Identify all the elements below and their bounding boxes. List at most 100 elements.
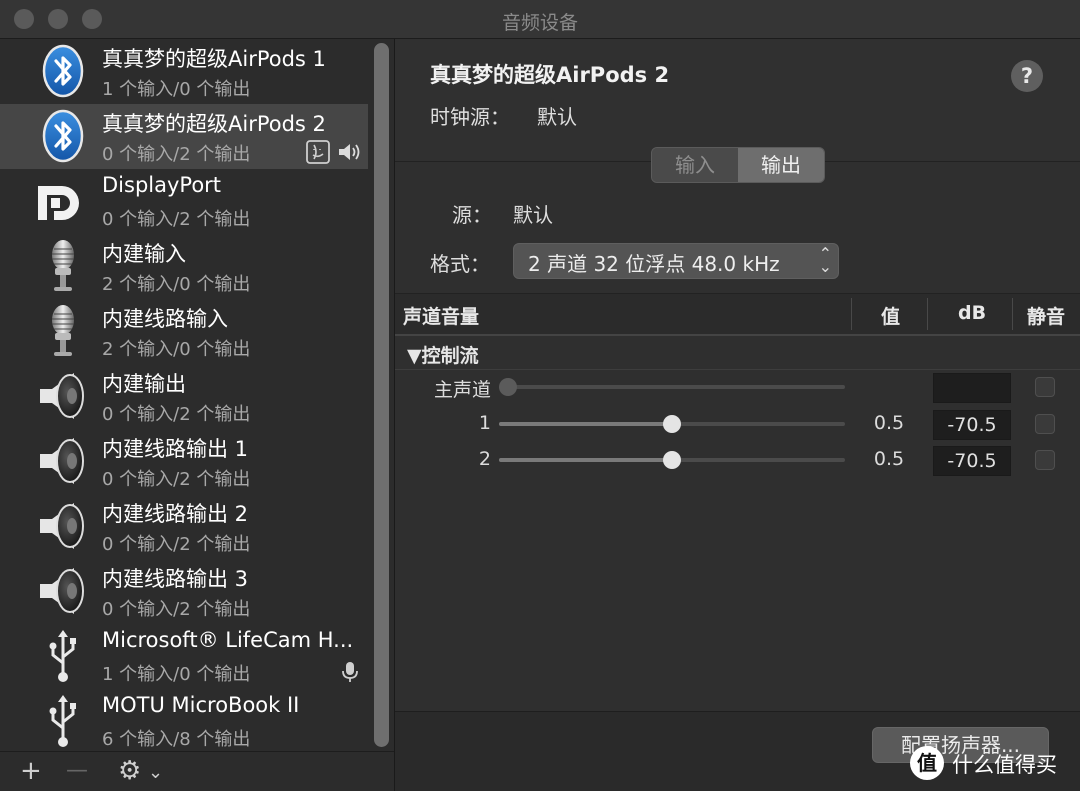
device-name: 内建输入 — [102, 242, 186, 266]
device-io-count: 0 个输入/2 个输出 — [102, 404, 251, 425]
device-io-count: 0 个输入/2 个输出 — [102, 209, 251, 230]
device-list-toolbar: + — ⚙ ⌄ — [0, 751, 394, 791]
watermark-text: 什么值得买 — [952, 753, 1057, 777]
channel-label: 1 — [478, 412, 491, 434]
device-row[interactable]: 内建输出 0 个输入/2 个输出 — [0, 364, 368, 429]
slider-fill — [499, 458, 672, 462]
source-label: 源： — [452, 203, 492, 227]
channel-label: 2 — [478, 448, 491, 470]
device-row[interactable]: 内建线路输出 2 0 个输入/2 个输出 — [0, 494, 368, 559]
mute-checkbox[interactable] — [1035, 414, 1055, 434]
device-row[interactable]: DisplayPort 0 个输入/2 个输出 — [0, 169, 368, 234]
device-list: 真真梦的超级AirPods 11 个输入/0 个输出 真真梦的超级AirPods … — [0, 39, 395, 791]
system-output-finder-icon — [306, 140, 330, 164]
title-bar: 音频设备 — [0, 0, 1080, 39]
channel-label: 主声道 — [433, 379, 491, 401]
device-io-count: 0 个输入/2 个输出 — [102, 599, 251, 620]
bluetooth-icon — [36, 44, 90, 98]
device-row[interactable]: 真真梦的超级AirPods 2 0 个输入/2 个输出 — [0, 104, 368, 169]
device-io-count: 1 个输入/0 个输出 — [102, 664, 251, 685]
gear-menu-chevron-icon[interactable]: ⌄ — [148, 760, 163, 786]
device-title: 真真梦的超级AirPods 2 — [430, 63, 670, 87]
col-mute[interactable]: 静音 — [1027, 302, 1065, 329]
microphone-icon — [36, 304, 90, 358]
speaker-icon — [36, 564, 90, 618]
device-io-count: 2 个输入/0 个输出 — [102, 339, 251, 360]
channel-value: 0.5 — [873, 448, 905, 470]
mute-checkbox[interactable] — [1035, 450, 1055, 470]
speaker-icon — [36, 369, 90, 423]
tab-input[interactable]: 输入 — [652, 148, 738, 182]
db-field[interactable] — [933, 373, 1011, 403]
channel-table-header: 声道音量 值 dB 静音 — [395, 293, 1080, 336]
device-row[interactable]: MOTU MicroBook II 6 个输入/8 个输出 — [0, 689, 368, 754]
device-io-count: 6 个输入/8 个输出 — [102, 729, 251, 750]
column-divider — [1012, 298, 1013, 330]
device-header: 真真梦的超级AirPods 2 时钟源： 默认 ? — [395, 39, 1080, 162]
column-divider — [927, 298, 928, 330]
default-output-speaker-icon — [337, 140, 361, 164]
slider-fill — [499, 422, 672, 426]
device-io-count: 0 个输入/2 个输出 — [102, 534, 251, 555]
device-name: MOTU MicroBook II — [102, 693, 300, 717]
watermark-logo: 值 — [910, 746, 944, 780]
device-name: 内建线路输出 1 — [102, 437, 249, 461]
db-field[interactable]: -70.5 — [933, 410, 1011, 440]
device-io-count: 1 个输入/0 个输出 — [102, 79, 251, 100]
device-row[interactable]: Microsoft® LifeCam H... 1 个输入/0 个输出 — [0, 624, 368, 689]
device-row[interactable]: 内建线路输入 2 个输入/0 个输出 — [0, 299, 368, 364]
device-row[interactable]: 内建线路输出 3 0 个输入/2 个输出 — [0, 559, 368, 624]
device-name: 内建线路输出 3 — [102, 567, 249, 591]
source-value: 默认 — [513, 203, 553, 227]
window-title: 音频设备 — [501, 12, 578, 34]
column-divider — [851, 298, 852, 330]
device-row[interactable]: 真真梦的超级AirPods 1 1 个输入/0 个输出 — [0, 39, 368, 104]
divider — [395, 369, 1080, 370]
device-row[interactable]: 内建线路输出 1 0 个输入/2 个输出 — [0, 429, 368, 494]
format-label: 格式： — [430, 252, 490, 276]
volume-slider[interactable] — [499, 378, 845, 396]
tab-output[interactable]: 输出 — [738, 148, 824, 182]
control-stream-group[interactable]: ▼控制流 — [407, 341, 479, 368]
volume-slider[interactable] — [499, 451, 845, 469]
usb-icon — [36, 629, 90, 683]
device-name: 内建线路输出 2 — [102, 502, 249, 526]
displayport-icon — [36, 174, 90, 228]
device-name: DisplayPort — [102, 173, 222, 197]
device-io-count: 2 个输入/0 个输出 — [102, 274, 251, 295]
col-channel-volume[interactable]: 声道音量 — [403, 302, 479, 329]
mute-checkbox[interactable] — [1035, 377, 1055, 397]
io-tab-segment: 输入 输出 — [651, 147, 825, 183]
remove-device-button[interactable]: — — [66, 758, 88, 784]
clock-source-value: 默认 — [537, 105, 577, 129]
col-value[interactable]: 值 — [881, 302, 900, 329]
usb-icon — [36, 694, 90, 748]
clock-source-label: 时钟源： — [430, 105, 510, 129]
col-db[interactable]: dB — [958, 302, 986, 324]
device-name: Microsoft® LifeCam H... — [102, 628, 354, 652]
speaker-icon — [36, 434, 90, 488]
slider-knob[interactable] — [663, 415, 681, 433]
microphone-icon — [36, 239, 90, 293]
volume-slider[interactable] — [499, 415, 845, 433]
help-button[interactable]: ? — [1011, 60, 1043, 92]
device-name: 真真梦的超级AirPods 1 — [102, 47, 326, 71]
device-name: 真真梦的超级AirPods 2 — [102, 112, 326, 136]
format-value: 2 声道 32 位浮点 48.0 kHz — [528, 252, 780, 276]
slider-knob[interactable] — [663, 451, 681, 469]
format-select[interactable]: 2 声道 32 位浮点 48.0 kHz ⌃ ⌄ — [513, 243, 839, 279]
channel-value: 0.5 — [873, 412, 905, 434]
device-io-count: 0 个输入/2 个输出 — [102, 469, 251, 490]
slider-knob[interactable] — [499, 378, 517, 396]
scrollbar-thumb[interactable] — [374, 43, 389, 747]
device-detail-panel: 真真梦的超级AirPods 2 时钟源： 默认 ? 输入 输出 源： 默认 格式… — [395, 39, 1080, 791]
audio-devices-window: 音频设备 真真梦的超级AirPods 11 个输入/0 个输出 真真梦的超级Air… — [0, 0, 1080, 791]
updown-chevron-icon: ⌃ ⌄ — [818, 244, 832, 276]
db-field[interactable]: -70.5 — [933, 446, 1011, 476]
gear-icon[interactable]: ⚙ — [118, 758, 141, 784]
device-row[interactable]: 内建输入 2 个输入/0 个输出 — [0, 234, 368, 299]
add-device-button[interactable]: + — [20, 758, 42, 784]
default-input-mic-icon — [338, 660, 362, 684]
device-io-count: 0 个输入/2 个输出 — [102, 144, 251, 165]
watermark: 值 什么值得买 — [910, 746, 1080, 786]
